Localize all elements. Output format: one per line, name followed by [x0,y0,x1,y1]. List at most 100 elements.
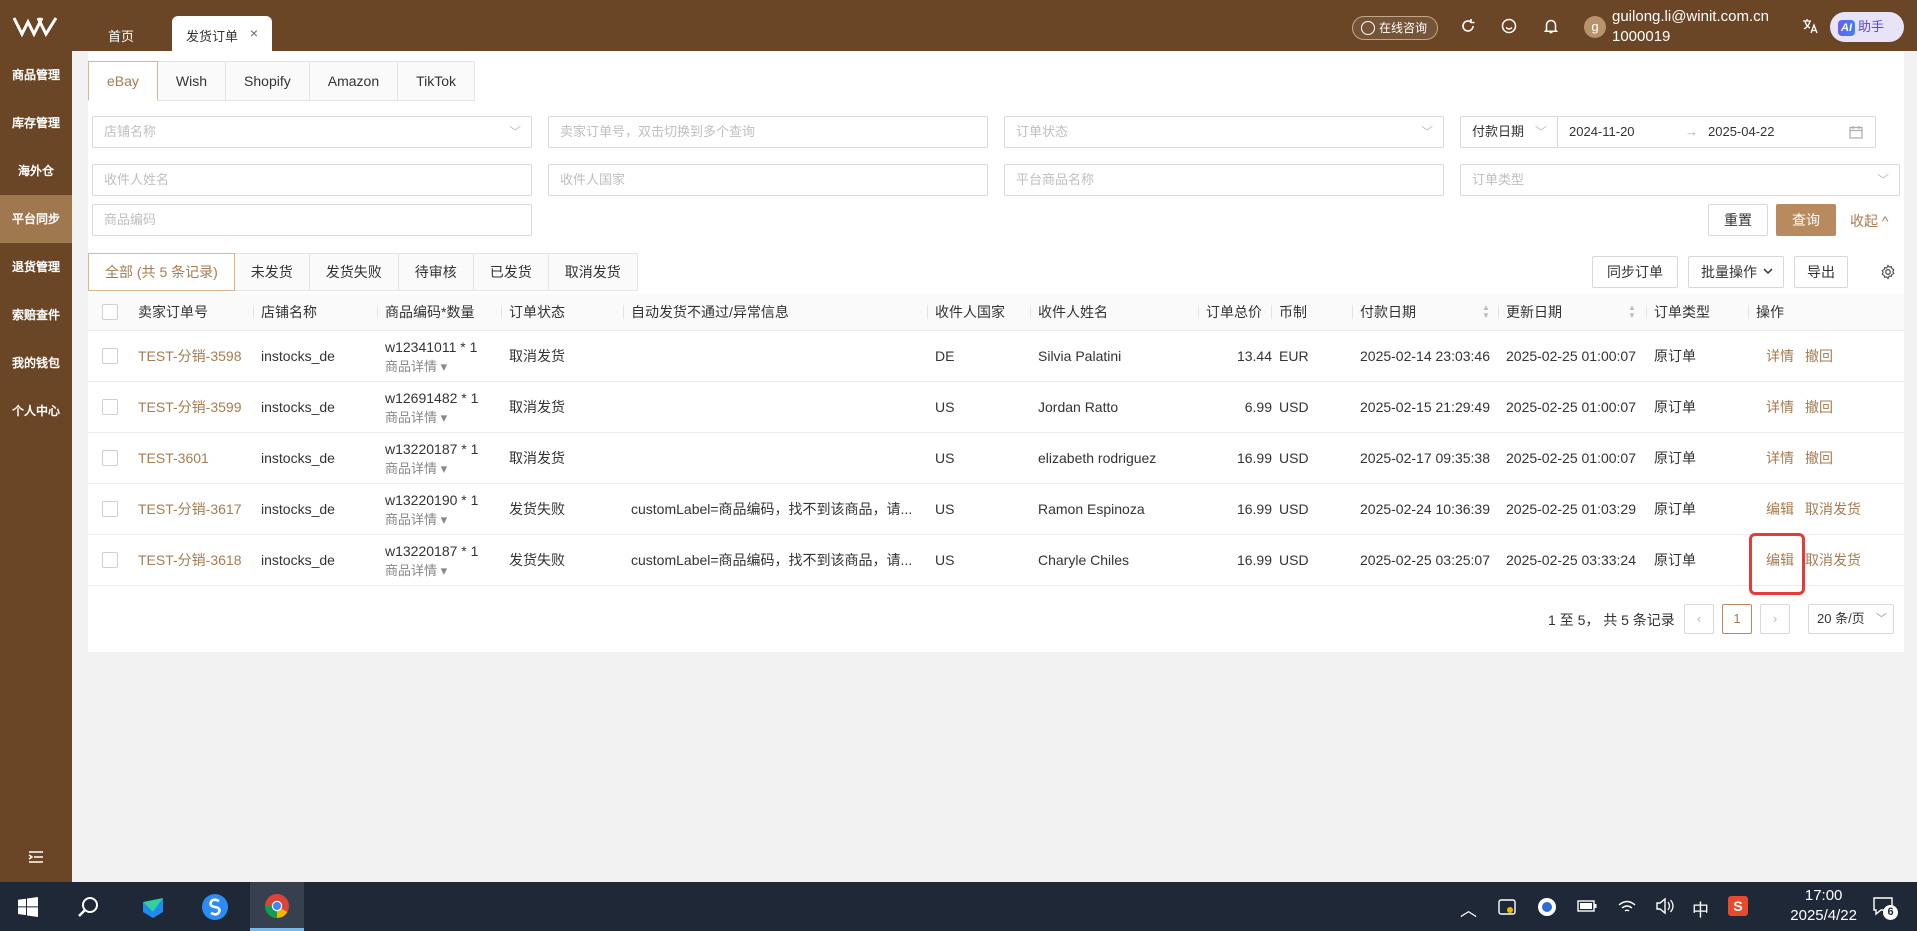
detail-link[interactable]: 详情 [1766,433,1794,484]
sync-orders-button[interactable]: 同步订单 [1592,256,1678,288]
search-icon[interactable] [77,896,99,918]
taskbar-app-lark-icon[interactable] [126,882,180,931]
online-consult-button[interactable]: 在线咨询 [1352,16,1439,40]
cell-seller-order[interactable]: TEST-分销-3617 [138,484,241,535]
translate-icon[interactable] [1801,17,1819,35]
row-checkbox[interactable] [102,552,118,568]
cell-seller-order[interactable]: TEST-分销-3598 [138,331,241,382]
tab-tiktok[interactable]: TikTok [398,61,476,101]
page-1-button[interactable]: 1 [1722,604,1752,634]
tab-pending-review[interactable]: 待审核 [398,253,474,291]
volume-icon[interactable] [1655,897,1675,915]
row-checkbox[interactable] [102,348,118,364]
product-detail-label: 商品详情 [385,563,438,578]
row-checkbox[interactable] [102,399,118,415]
detail-link[interactable]: 详情 [1766,331,1794,382]
sidebar-item-overseas-warehouse[interactable]: 海外仓 [0,147,72,195]
col-update-date[interactable]: 更新日期 [1498,293,1562,331]
tab-home[interactable]: 首页 [92,16,150,51]
sidebar-item-products[interactable]: 商品管理 [0,51,72,99]
product-detail-toggle[interactable]: 商品详情 ▾ [385,460,447,477]
menu-collapse-icon[interactable] [28,850,44,864]
withdraw-link[interactable]: 撤回 [1805,433,1833,484]
collapse-filters-link[interactable]: 收起 ^ [1850,211,1888,231]
refresh-icon[interactable] [1459,17,1477,35]
sidebar-item-platform-sync[interactable]: 平台同步 [0,195,72,243]
product-detail-toggle[interactable]: 商品详情 ▾ [385,358,447,375]
sogou-ime-icon[interactable]: S [1728,896,1748,916]
caret-down-icon: ▾ [437,512,448,527]
avatar[interactable]: g [1584,16,1606,38]
order-status-select[interactable]: 订单状态 ﹀ [1004,116,1444,148]
sidebar-item-inventory[interactable]: 库存管理 [0,99,72,147]
product-code-input[interactable]: 商品编码 [92,204,532,236]
user-email[interactable]: guilong.li@winit.com.cn [1612,8,1769,25]
product-detail-toggle[interactable]: 商品详情 ▾ [385,562,447,579]
close-icon[interactable]: × [250,25,258,41]
settings-icon[interactable] [1880,264,1896,280]
ai-assistant-button[interactable]: AI 助手 [1830,12,1904,42]
prev-page-button[interactable]: ‹ [1684,604,1714,634]
tab-cancelled[interactable]: 取消发货 [548,253,638,291]
detail-link[interactable]: 详情 [1766,382,1794,433]
windows-start-icon[interactable] [18,897,38,917]
row-checkbox[interactable] [102,501,118,517]
tab-amazon[interactable]: Amazon [309,61,399,101]
order-type-select[interactable]: 订单类型 ﹀ [1460,164,1900,196]
taskbar-app-chrome-icon[interactable] [250,882,304,931]
export-button[interactable]: 导出 [1794,256,1848,288]
withdraw-link[interactable]: 撤回 [1805,331,1833,382]
receiver-name-input[interactable]: 收件人姓名 [92,164,532,196]
ime-indicator[interactable]: 中 [1692,896,1709,921]
tab-shopify[interactable]: Shopify [226,61,310,101]
reset-button[interactable]: 重置 [1708,204,1768,236]
cell-seller-order[interactable]: TEST-3601 [138,433,209,484]
cancel-shipment-link[interactable]: 取消发货 [1805,484,1861,535]
next-page-button[interactable]: › [1760,604,1790,634]
select-all-checkbox[interactable] [102,304,118,320]
date-range-picker[interactable]: 2024-11-20 → 2025-04-22 [1557,116,1876,148]
cancel-shipment-link[interactable]: 取消发货 [1805,535,1861,586]
tab-ship-failed[interactable]: 发货失败 [309,253,399,291]
tab-ebay[interactable]: eBay [88,61,158,101]
platform-product-input[interactable]: 平台商品名称 [1004,164,1444,196]
tray-meet-icon[interactable] [1497,897,1517,917]
taskbar-clock[interactable]: 17:00 2025/4/22 [1790,886,1857,926]
store-name-select[interactable]: 店铺名称 ﹀ [92,116,532,148]
sidebar-item-wallet[interactable]: 我的钱包 [0,339,72,387]
page-size-select[interactable]: 20 条/页 ﹀ [1808,604,1894,634]
tab-shipping-orders[interactable]: 发货订单 × [172,16,272,51]
edit-link[interactable]: 编辑 [1766,484,1794,535]
bell-icon[interactable] [1542,17,1560,35]
wifi-icon[interactable] [1617,897,1637,915]
winit-logo[interactable] [12,14,58,38]
tab-unshipped[interactable]: 未发货 [234,253,310,291]
product-detail-toggle[interactable]: 商品详情 ▾ [385,409,447,426]
cell-status: 取消发货 [509,450,565,466]
col-pay-date[interactable]: 付款日期 [1352,293,1416,331]
cell-seller-order[interactable]: TEST-分销-3618 [138,535,241,586]
smile-icon[interactable] [1500,17,1518,35]
tray-app-icon[interactable] [1537,897,1557,917]
taskbar-app-sogou-icon[interactable] [188,882,242,931]
sort-icon[interactable]: ▲ ▼ [1628,304,1636,320]
cell-seller-order[interactable]: TEST-分销-3599 [138,382,241,433]
product-detail-toggle[interactable]: 商品详情 ▾ [385,511,447,528]
tab-all[interactable]: 全部 (共 5 条记录) [88,253,235,291]
sidebar-item-claims[interactable]: 索赔查件 [0,291,72,339]
sidebar-item-returns[interactable]: 退货管理 [0,243,72,291]
sort-icon[interactable]: ▲ ▼ [1482,304,1490,320]
receiver-country-input[interactable]: 收件人国家 [548,164,988,196]
cell-error: customLabel=商品编码，找不到该商品，请... [631,501,913,517]
row-checkbox[interactable] [102,450,118,466]
date-type-select[interactable]: 付款日期 ﹀ [1460,116,1558,148]
tray-expand-icon[interactable]: ︿ [1460,896,1477,921]
tab-shipped[interactable]: 已发货 [473,253,549,291]
withdraw-link[interactable]: 撤回 [1805,382,1833,433]
battery-icon[interactable] [1577,899,1597,913]
sidebar-item-profile[interactable]: 个人中心 [0,387,72,435]
batch-operations-button[interactable]: 批量操作 [1688,256,1784,288]
seller-order-input[interactable]: 卖家订单号，双击切换到多个查询 [548,116,988,148]
tab-wish[interactable]: Wish [157,61,227,101]
search-button[interactable]: 查询 [1776,204,1836,236]
